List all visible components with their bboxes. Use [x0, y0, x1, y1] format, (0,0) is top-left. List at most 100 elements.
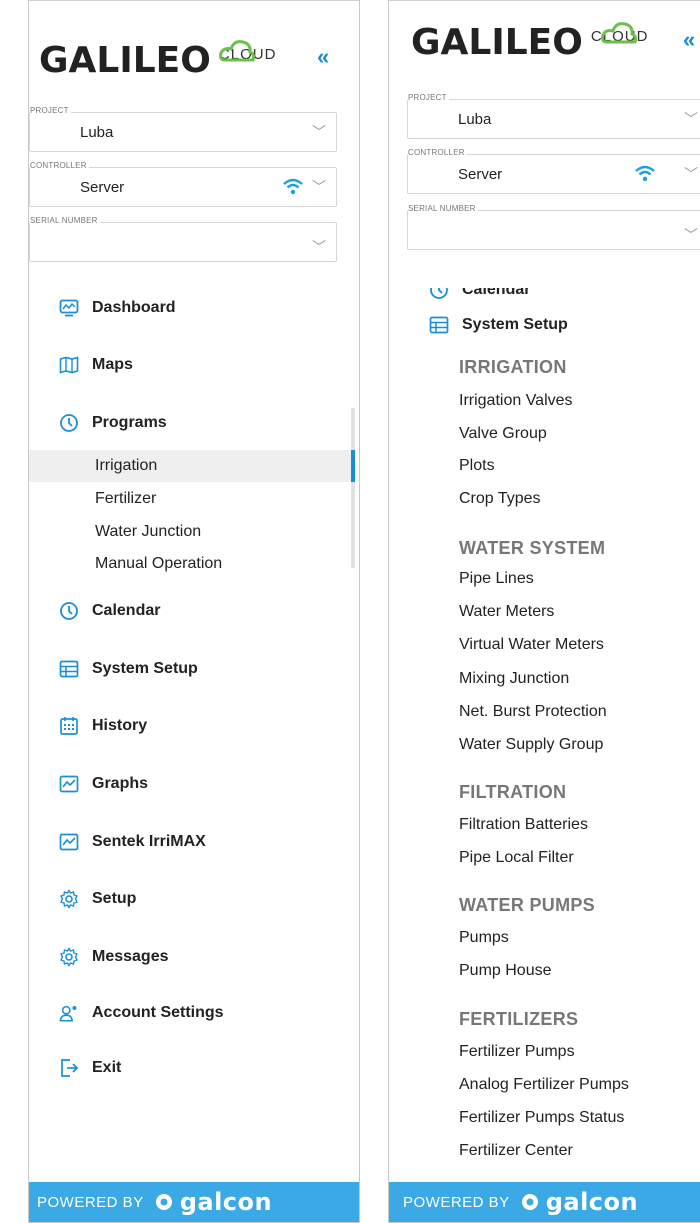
- nav-account-settings-label: Account Settings: [92, 1004, 224, 1021]
- project-select[interactable]: PROJECT Luba ﹀: [407, 93, 700, 139]
- galcon-brand-text: galcon: [179, 1188, 273, 1216]
- nav-programs[interactable]: Programs: [59, 413, 167, 433]
- serial-number-label: SERIAL NUMBER: [408, 204, 478, 213]
- nav-history-label: History: [92, 717, 148, 734]
- nav-setup-label: Setup: [92, 890, 137, 907]
- submenu-irrigation[interactable]: Irrigation: [95, 457, 157, 475]
- panel-top-border: [389, 0, 700, 1]
- nav-sentek-label: Sentek IrriMAX: [92, 833, 206, 850]
- collapse-sidebar-button[interactable]: «: [317, 44, 329, 70]
- galcon-logo-icon: [520, 1192, 540, 1212]
- chevron-down-icon: ﹀: [312, 124, 326, 140]
- submenu-crop-types[interactable]: Crop Types: [459, 490, 541, 508]
- gear-icon: [59, 947, 79, 967]
- nav-graphs[interactable]: Graphs: [59, 774, 148, 794]
- submenu-valve-group[interactable]: Valve Group: [459, 425, 547, 443]
- nav-calendar-label: Calendar: [92, 602, 161, 619]
- logo-brand-text: GALILEO: [411, 22, 583, 63]
- controller-value: Server: [458, 166, 503, 183]
- submenu-mixing-junction[interactable]: Mixing Junction: [459, 670, 569, 688]
- submenu-pump-house[interactable]: Pump House: [459, 962, 552, 980]
- serial-number-label: SERIAL NUMBER: [30, 216, 100, 225]
- panel-top-border: [29, 0, 359, 1]
- submenu-virtual-water-meters[interactable]: Virtual Water Meters: [459, 636, 604, 654]
- chart-icon: [59, 774, 79, 794]
- nav-maps-label: Maps: [92, 356, 133, 373]
- scroll-clip-mask: [389, 264, 700, 288]
- submenu-water-meters[interactable]: Water Meters: [459, 603, 554, 621]
- project-value: Luba: [458, 111, 492, 128]
- controller-select[interactable]: CONTROLLER Server ﹀: [407, 148, 700, 194]
- wifi-icon: [283, 178, 303, 195]
- controller-select[interactable]: CONTROLLER Server ﹀: [29, 161, 337, 207]
- controller-label: CONTROLLER: [30, 161, 89, 170]
- scrollbar-track[interactable]: [351, 408, 355, 568]
- chevron-down-icon: ﹀: [684, 111, 698, 127]
- section-filtration: FILTRATION: [459, 782, 567, 802]
- nav-exit[interactable]: Exit: [59, 1058, 121, 1078]
- active-item-highlight: [29, 450, 351, 482]
- chart-icon: [59, 832, 79, 852]
- nav-dashboard[interactable]: Dashboard: [59, 298, 176, 318]
- nav-messages[interactable]: Messages: [59, 947, 169, 967]
- controller-value: Server: [80, 179, 125, 196]
- chevron-down-icon: ﹀: [684, 227, 698, 243]
- submenu-pumps[interactable]: Pumps: [459, 929, 509, 947]
- nav-exit-label: Exit: [92, 1059, 122, 1076]
- powered-by-text: POWERED BY: [37, 1193, 144, 1211]
- calendar-icon: [59, 716, 79, 736]
- nav-maps[interactable]: Maps: [59, 355, 133, 375]
- galcon-brand-text: galcon: [545, 1188, 639, 1216]
- serial-number-select[interactable]: SERIAL NUMBER ﹀: [407, 204, 700, 250]
- cloud-logo-icon: [601, 22, 637, 44]
- table-icon: [59, 659, 79, 679]
- submenu-fertilizer[interactable]: Fertilizer: [95, 490, 156, 508]
- gear-icon: [59, 889, 79, 909]
- dashboard-icon: [59, 298, 79, 318]
- submenu-analog-fertilizer-pumps[interactable]: Analog Fertilizer Pumps: [459, 1076, 629, 1094]
- left-sidebar-panel: GALILEO CLOUD « PROJECT Luba ﹀ CONTROLLE…: [28, 0, 360, 1223]
- cloud-logo-icon: [219, 40, 255, 62]
- nav-programs-label: Programs: [92, 414, 167, 431]
- project-select[interactable]: PROJECT Luba ﹀: [29, 106, 337, 152]
- submenu-fertilizer-pumps[interactable]: Fertilizer Pumps: [459, 1043, 575, 1061]
- map-icon: [59, 355, 79, 375]
- submenu-net-burst-protection[interactable]: Net. Burst Protection: [459, 703, 607, 721]
- submenu-manual-operation[interactable]: Manual Operation: [95, 555, 222, 573]
- powered-by-text: POWERED BY: [403, 1193, 510, 1211]
- nav-system-setup[interactable]: System Setup: [429, 315, 568, 335]
- logout-icon: [59, 1058, 79, 1078]
- nav-dashboard-label: Dashboard: [92, 299, 176, 316]
- powered-by-footer: POWERED BY galcon: [389, 1182, 700, 1222]
- collapse-sidebar-button[interactable]: «: [683, 27, 695, 53]
- powered-by-footer: POWERED BY galcon: [29, 1182, 359, 1222]
- submenu-water-junction[interactable]: Water Junction: [95, 523, 201, 541]
- nav-setup[interactable]: Setup: [59, 889, 136, 909]
- submenu-irrigation-valves[interactable]: Irrigation Valves: [459, 392, 573, 410]
- serial-number-select[interactable]: SERIAL NUMBER ﹀: [29, 216, 337, 262]
- submenu-pipe-local-filter[interactable]: Pipe Local Filter: [459, 849, 574, 867]
- nav-account-settings[interactable]: Account Settings: [59, 1003, 224, 1023]
- submenu-fertilizer-center[interactable]: Fertilizer Center: [459, 1142, 573, 1160]
- galileo-cloud-logo: GALILEO CLOUD: [39, 40, 276, 81]
- table-icon: [429, 315, 449, 335]
- nav-sentek-irrimax[interactable]: Sentek IrriMAX: [59, 832, 206, 852]
- submenu-plots[interactable]: Plots: [459, 457, 495, 475]
- wifi-icon: [635, 165, 655, 182]
- clock-icon: [59, 413, 79, 433]
- project-label: PROJECT: [408, 93, 449, 102]
- submenu-pipe-lines[interactable]: Pipe Lines: [459, 570, 534, 588]
- nav-system-setup[interactable]: System Setup: [59, 659, 198, 679]
- section-irrigation: IRRIGATION: [459, 357, 567, 377]
- submenu-filtration-batteries[interactable]: Filtration Batteries: [459, 816, 588, 834]
- scrollbar-thumb[interactable]: [351, 450, 355, 482]
- controller-label: CONTROLLER: [408, 148, 467, 157]
- right-sidebar-panel: GALILEO CLOUD « PROJECT Luba ﹀ CONTROLLE…: [388, 0, 700, 1223]
- project-value: Luba: [80, 124, 114, 141]
- nav-history[interactable]: History: [59, 716, 147, 736]
- submenu-fertilizer-pumps-status[interactable]: Fertilizer Pumps Status: [459, 1109, 624, 1127]
- submenu-water-supply-group[interactable]: Water Supply Group: [459, 736, 603, 754]
- section-water-system: WATER SYSTEM: [459, 538, 606, 558]
- nav-calendar[interactable]: Calendar: [59, 601, 160, 621]
- section-fertilizers: FERTILIZERS: [459, 1009, 579, 1029]
